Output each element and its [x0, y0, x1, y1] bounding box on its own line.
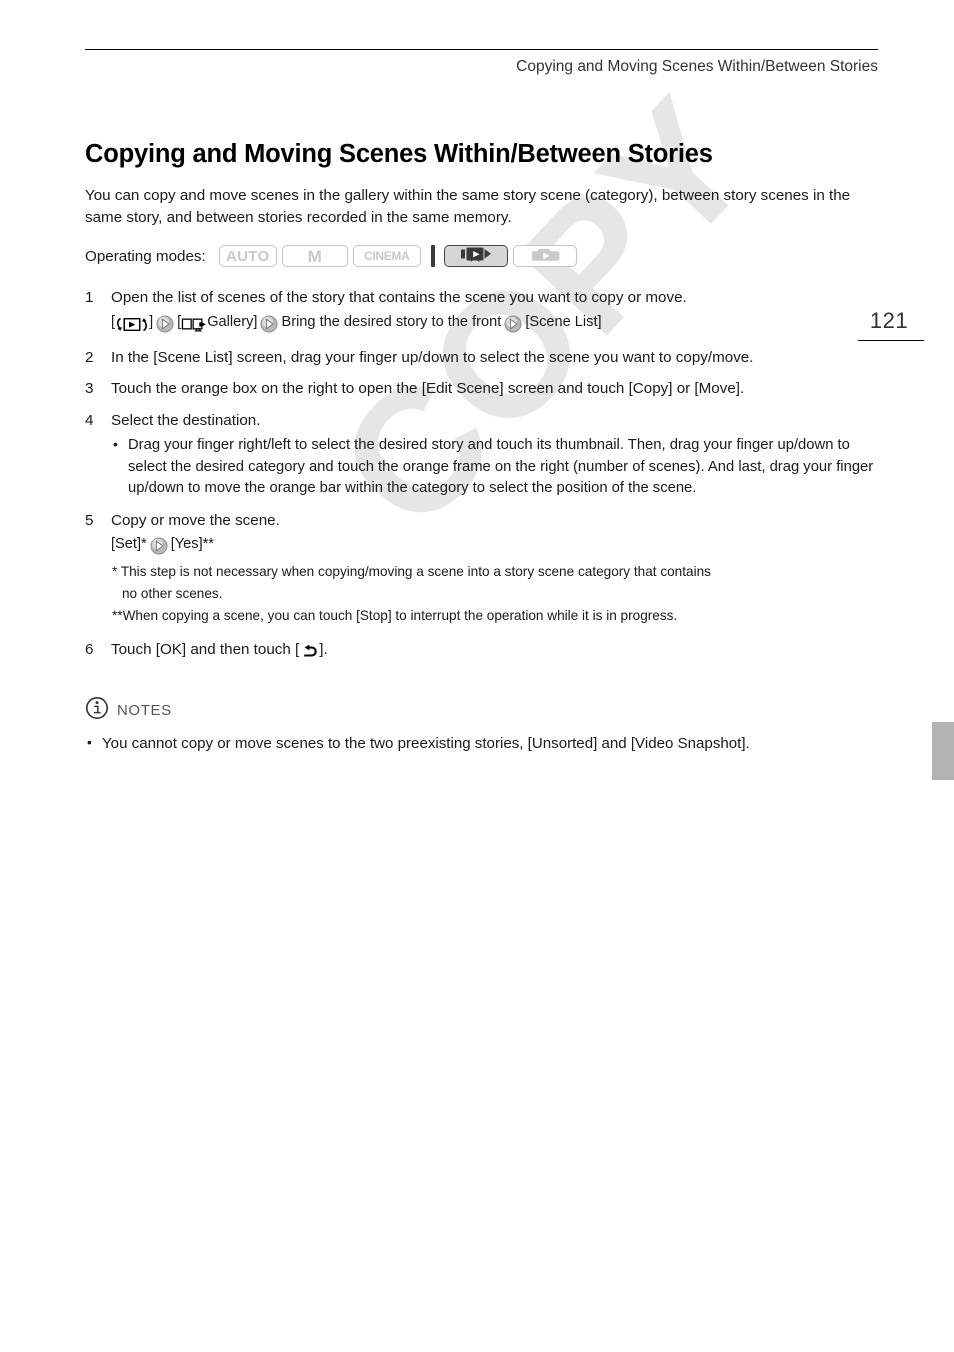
page-title: Copying and Moving Scenes Within/Between… [85, 140, 713, 168]
notes-list: You cannot copy or move scenes to the tw… [85, 732, 878, 755]
step-2-number: 2 [85, 348, 94, 366]
step-4-number: 4 [85, 411, 94, 429]
step-3: 3 Touch the orange box on the right to o… [85, 378, 878, 400]
list-item: You cannot copy or move scenes to the tw… [85, 732, 878, 755]
path-scene-list: [Scene List] [525, 313, 602, 330]
step-3-text: Touch the orange box on the right to ope… [111, 380, 745, 398]
step-1: 1 Open the list of scenes of the story t… [85, 287, 878, 336]
procedure-steps: 1 Open the list of scenes of the story t… [85, 287, 878, 664]
step-4-bullets: Drag your finger right/left to select th… [111, 434, 878, 499]
info-icon [85, 696, 109, 725]
arrow-right-circle-icon-3 [504, 315, 522, 337]
step-3-number: 3 [85, 380, 94, 398]
step-4-text: Select the destination. [111, 411, 261, 429]
gallery-icon [181, 315, 207, 337]
return-arrow-icon [299, 642, 319, 664]
step-5: 5 Copy or move the scene. [Set]* [Yes]** … [85, 510, 878, 626]
auto-mode-chip: AUTO [218, 245, 277, 268]
page-number-rule [858, 340, 924, 341]
step-2-text: In the [Scene List] screen, drag your fi… [111, 348, 754, 366]
intro-paragraph: You can copy and move scenes in the gall… [85, 187, 851, 227]
margin-thumb-tab [932, 722, 954, 780]
mode-separator [430, 245, 435, 268]
footnote-2: **When copying a scene, you can touch [S… [112, 608, 678, 624]
step-1-text: Open the list of scenes of the story tha… [111, 289, 687, 307]
path-gallery-label: Gallery] [207, 313, 258, 330]
step-1-menu-path: [][Gallery] Bring the desired story to th… [111, 312, 878, 337]
running-head: Copying and Moving Scenes Within/Between… [516, 58, 878, 75]
footnote-1: * This step is not necessary when copyin… [112, 564, 711, 580]
yes-label: [Yes]** [170, 536, 214, 553]
step-6-text: Touch [OK] and then touch []. [111, 639, 878, 664]
step-5-menu-path: [Set]* [Yes]** [111, 534, 878, 559]
path-bracket-close: ] [149, 313, 154, 330]
operating-modes-label: Operating modes: [85, 247, 206, 265]
path-bring-story: Bring the desired story to the front [281, 313, 502, 330]
step-6-text-before: Touch [OK] and then touch [ [111, 641, 300, 659]
step-1-number: 1 [85, 289, 94, 307]
step-5-text: Copy or move the scene. [111, 511, 280, 529]
notes-label: NOTES [117, 701, 172, 719]
operating-modes-row: Operating modes: AUTO M CINEMA [85, 243, 878, 269]
video-playback-mode-chip [443, 245, 508, 268]
header-rule [85, 49, 878, 50]
manual-mode-label: M [307, 246, 322, 266]
cinema-mode-chip: CINEMA [352, 245, 421, 268]
step-6: 6 Touch [OK] and then touch []. [85, 639, 878, 664]
photo-playback-mode-chip [512, 245, 577, 268]
camcorder-playback-icon [459, 246, 493, 267]
page-number: 121 [869, 308, 909, 333]
step-5-number: 5 [85, 511, 94, 529]
photo-playback-icon [530, 246, 560, 267]
auto-mode-label: AUTO [226, 247, 270, 265]
arrow-right-circle-icon-2 [260, 315, 278, 337]
manual-mode-chip: M [281, 245, 348, 268]
set-label: [Set]* [111, 536, 147, 553]
step-2: 2 In the [Scene List] screen, drag your … [85, 347, 878, 369]
notes-header: NOTES [85, 696, 878, 725]
cinema-mode-label: CINEMA [363, 249, 410, 264]
playback-mode-icon [115, 315, 149, 337]
footnote-1-cont: no other scenes. [122, 586, 223, 602]
step-6-text-after: ]. [319, 641, 328, 659]
page-number-block: 121 [852, 310, 926, 341]
arrow-right-circle-icon-4 [150, 537, 168, 559]
step-6-number: 6 [85, 641, 94, 659]
page-content: Copying and Moving Scenes Within/Between… [85, 140, 878, 755]
list-item: Drag your finger right/left to select th… [111, 434, 878, 499]
step-4: 4 Select the destination. Drag your fing… [85, 410, 878, 500]
arrow-right-circle-icon [156, 315, 174, 337]
